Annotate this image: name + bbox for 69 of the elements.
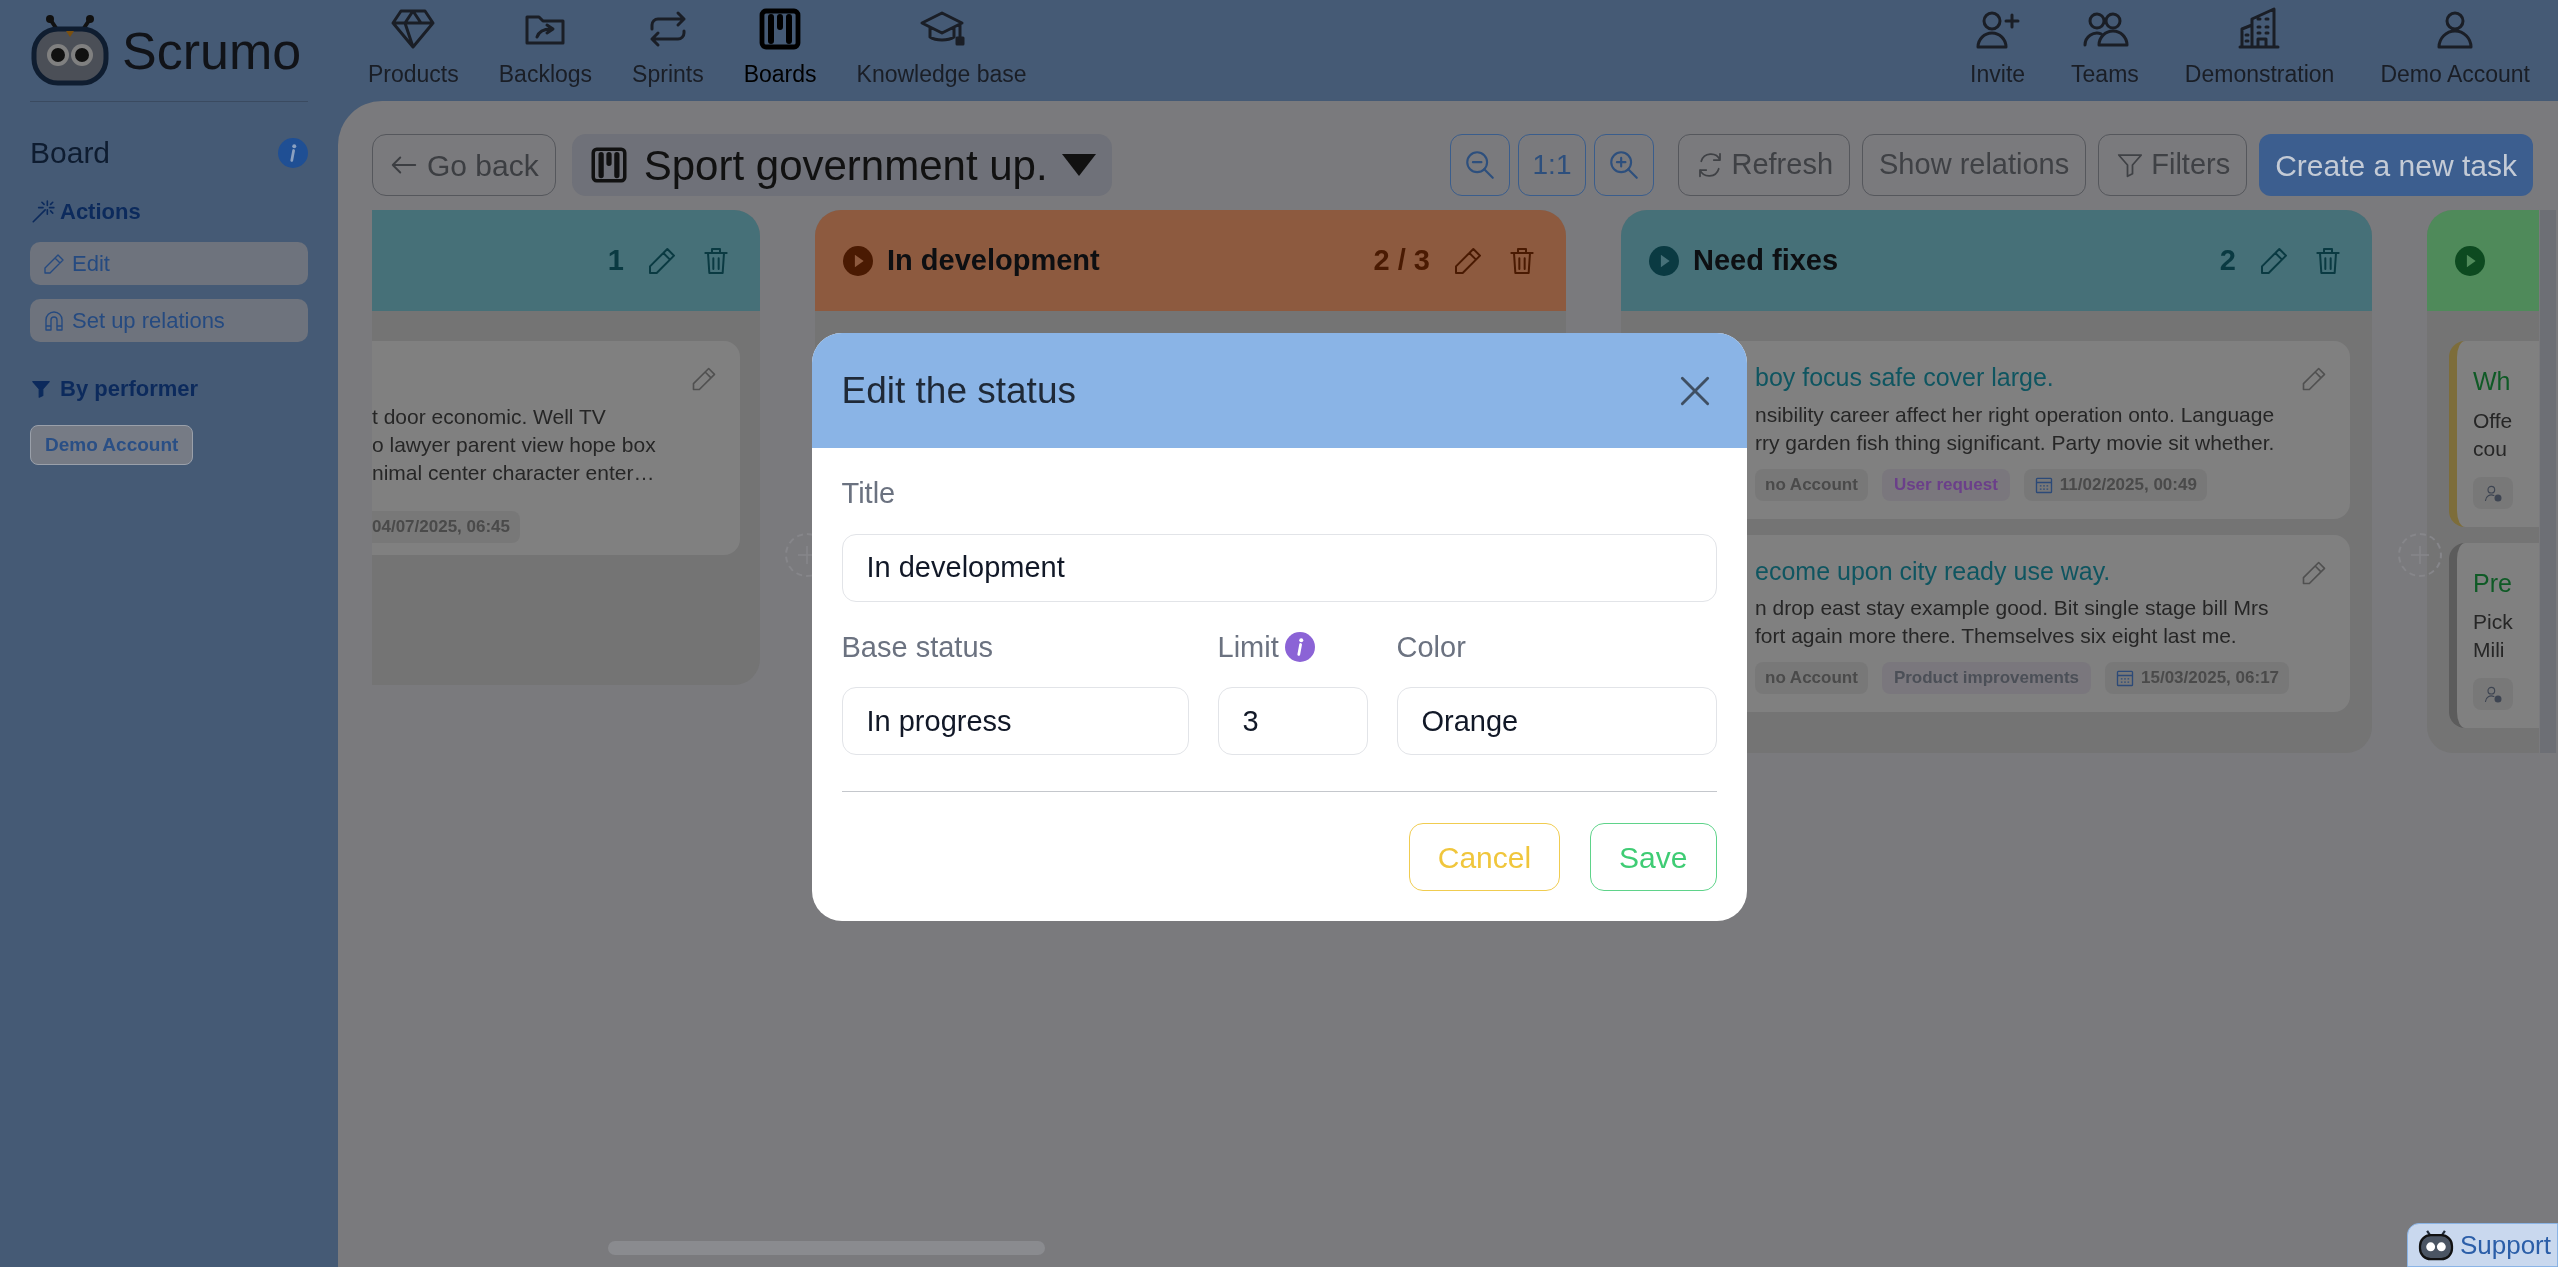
task-description: nsibility career affect her right operation onto. Language rry garden fish thing significant. Party movie sit whether. bbox=[1755, 401, 2276, 456]
task-description: Offe cou bbox=[2473, 407, 2514, 462]
type-tag: User request bbox=[1881, 468, 2010, 501]
input-field[interactable]: In progress bbox=[841, 687, 1189, 755]
column-count: 2 bbox=[2219, 242, 2236, 278]
column-title: Need fixes bbox=[1693, 242, 1839, 278]
nav-tab[interactable]: Boards bbox=[743, 4, 817, 91]
section-heading: By performer bbox=[60, 375, 199, 403]
dialog-title: Edit the status bbox=[841, 368, 1076, 413]
input-field[interactable]: In development bbox=[841, 533, 1717, 602]
task-title[interactable]: boy focus safe cover large. bbox=[1755, 359, 2326, 397]
back-button[interactable]: Go back bbox=[372, 134, 556, 196]
column-count: 1 bbox=[607, 242, 624, 278]
task-card[interactable]: Wh Offe cou bbox=[2449, 341, 2539, 527]
sidebar-title: Board bbox=[30, 135, 111, 171]
scrollbar[interactable] bbox=[2540, 210, 2556, 753]
play-icon bbox=[2455, 245, 2485, 276]
field-label: Title bbox=[841, 476, 896, 511]
caret-icon bbox=[1061, 154, 1096, 176]
nav-tab[interactable]: Sprints bbox=[632, 4, 704, 91]
field-label: Limit bbox=[1217, 629, 1279, 665]
nav-tab[interactable]: Knowledge base bbox=[856, 4, 1027, 91]
performer-chip[interactable]: Demo Account bbox=[30, 425, 194, 465]
section-heading: Actions bbox=[60, 198, 141, 226]
input-field[interactable]: 3 bbox=[1217, 687, 1368, 755]
task-description: n drop east stay example good. Bit single stage bill Mrs fort again more there. Themselves six eight last me. bbox=[1755, 595, 2270, 649]
support-button[interactable]: Support bbox=[2406, 1223, 2558, 1267]
refresh-button[interactable]: Refresh bbox=[1678, 134, 1851, 196]
zoom-out-button[interactable] bbox=[1449, 134, 1510, 196]
action-button[interactable]: Edit bbox=[30, 242, 308, 285]
pencil-icon bbox=[2300, 365, 2328, 393]
task-title[interactable]: Wh bbox=[2473, 363, 2539, 401]
board-selector[interactable]: Sport government up. bbox=[571, 134, 1112, 196]
wand-icon bbox=[30, 198, 56, 225]
task-card[interactable]: Pre Pick Mili bbox=[2449, 542, 2539, 728]
play-icon bbox=[843, 245, 873, 276]
zoom-reset-button[interactable]: 1:1 bbox=[1517, 134, 1587, 196]
field-label: Color bbox=[1396, 629, 1466, 665]
info-icon[interactable] bbox=[1284, 632, 1315, 663]
info-icon[interactable] bbox=[278, 137, 308, 168]
input-field[interactable]: Orange bbox=[1396, 687, 1717, 755]
robot-logo-icon bbox=[30, 14, 110, 87]
calendar-icon bbox=[2115, 668, 2136, 688]
task-description: t door economic. Well TV o lawyer parent view hope box nimal center character enter… bbox=[372, 404, 657, 486]
nav-link[interactable]: Invite bbox=[1962, 4, 2034, 91]
task-description: Pick Mili bbox=[2473, 609, 2514, 663]
action-button[interactable]: Set up relations bbox=[30, 299, 308, 342]
save-button[interactable]: Save bbox=[1590, 823, 1717, 891]
nav-tab[interactable]: Backlogs bbox=[498, 4, 593, 91]
task-title[interactable]: ecome upon city ready use way. bbox=[1755, 552, 2326, 590]
app-name: Scrumo bbox=[122, 24, 302, 77]
robot-icon bbox=[2417, 1229, 2454, 1261]
zoom-in-button[interactable] bbox=[1594, 134, 1655, 196]
filter-button[interactable]: Filters bbox=[2098, 134, 2248, 196]
field-label: Base status bbox=[841, 629, 994, 665]
task-title[interactable]: Pre bbox=[2473, 564, 2539, 602]
magnet-icon bbox=[42, 308, 66, 333]
nav-link[interactable]: Teams bbox=[2063, 4, 2147, 91]
column-title: In development bbox=[887, 242, 1100, 278]
column-count: 2 / 3 bbox=[1373, 242, 1430, 278]
cancel-button[interactable]: Cancel bbox=[1408, 823, 1561, 891]
show-relations-button[interactable]: Show relations bbox=[1862, 134, 2087, 196]
create-task-button[interactable]: Create a new task bbox=[2259, 134, 2533, 196]
pencil-icon bbox=[690, 365, 718, 393]
nav-link[interactable]: Demo Account bbox=[2372, 4, 2538, 91]
user-icon bbox=[2483, 684, 2503, 704]
nav-link[interactable]: Demonstration bbox=[2176, 4, 2343, 91]
nav-tab[interactable]: Products bbox=[368, 4, 459, 91]
play-icon bbox=[1649, 245, 1679, 276]
